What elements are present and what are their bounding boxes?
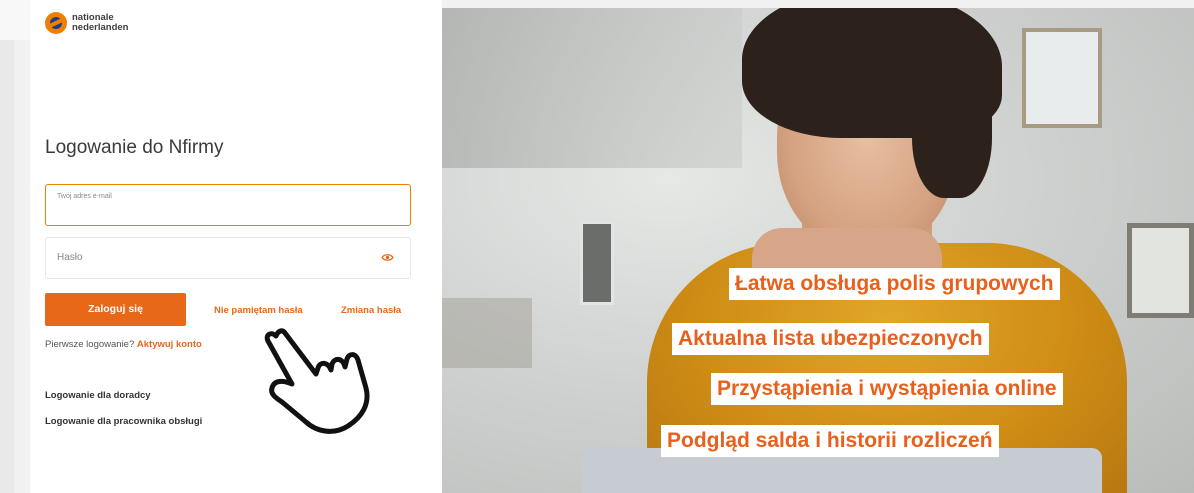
picture-frame: [1022, 28, 1102, 128]
page-title: Logowanie do Nfirmy: [45, 137, 224, 158]
hero-image: [442, 8, 1194, 493]
logo-text: nationale nederlanden: [72, 13, 129, 33]
tall-frame: [580, 221, 614, 305]
left-gray-strip: [0, 0, 14, 493]
email-placeholder: Twój adres e-mail: [57, 193, 112, 200]
feature-badge: Łatwa obsługa polis grupowych: [729, 268, 1060, 300]
login-panel: nationale nederlanden Logowanie do Nfirm…: [30, 0, 442, 493]
eye-icon[interactable]: [381, 253, 394, 262]
password-placeholder: Hasło: [57, 252, 83, 263]
login-button[interactable]: Zaloguj się: [45, 293, 186, 326]
left-top-strip: [0, 0, 30, 40]
feature-badge: Podgląd salda i historii rozliczeń: [661, 425, 999, 457]
feature-badge: Przystąpienia i wystąpienia online: [711, 373, 1063, 405]
change-password-link[interactable]: Zmiana hasła: [341, 305, 401, 316]
first-login-text: Pierwsze logowanie?: [45, 339, 135, 350]
person-hair-side: [912, 48, 992, 198]
pointing-hand-icon: [264, 328, 370, 434]
activate-account-link[interactable]: Aktywuj konto: [137, 339, 202, 350]
nn-logo-icon: [45, 12, 67, 34]
logo-line-2: nederlanden: [72, 22, 129, 33]
advisor-login-link[interactable]: Logowanie dla doradcy: [45, 390, 151, 401]
feature-badge: Aktualna lista ubezpieczonych: [672, 323, 989, 355]
screen: nationale nederlanden Logowanie do Nfirm…: [0, 0, 1194, 493]
picture-frame-right: [1127, 223, 1194, 318]
staff-login-link[interactable]: Logowanie dla pracownika obsługi: [45, 416, 202, 427]
logo[interactable]: nationale nederlanden: [45, 12, 129, 34]
shelf: [442, 298, 532, 368]
password-field[interactable]: Hasło: [45, 237, 411, 279]
email-field[interactable]: Twój adres e-mail: [45, 184, 411, 226]
window-blur: [442, 8, 742, 168]
first-login-row: Pierwsze logowanie? Aktywuj konto: [45, 339, 202, 350]
forgot-password-link[interactable]: Nie pamiętam hasła: [214, 305, 303, 316]
